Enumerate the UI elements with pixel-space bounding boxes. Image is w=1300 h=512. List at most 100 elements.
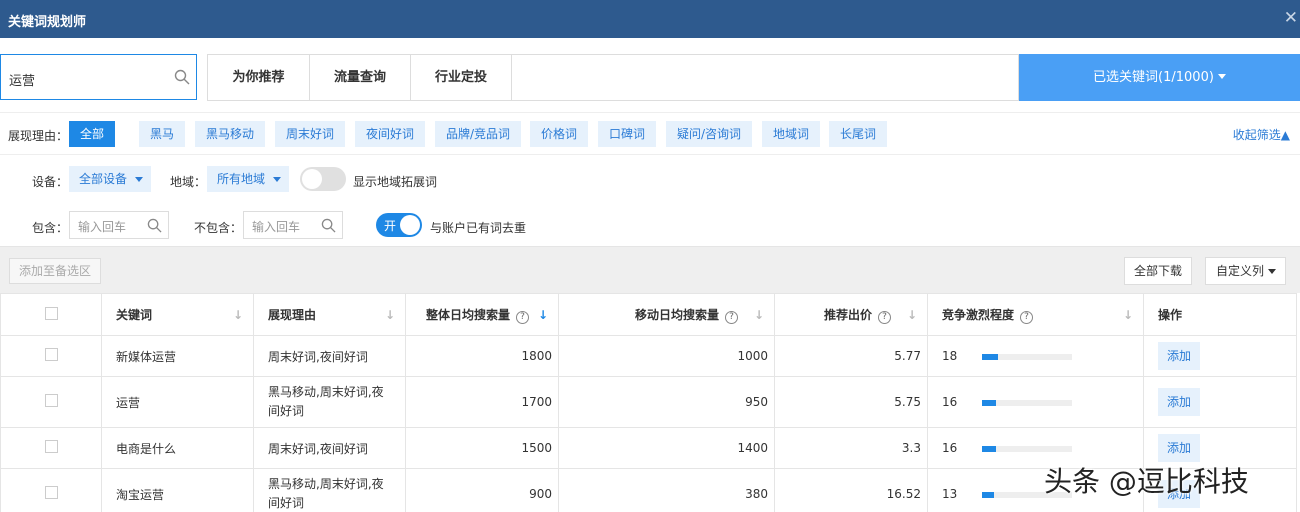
- title-bar: 关键词规划师 ✕: [0, 0, 1300, 38]
- exclude-input[interactable]: 输入回车: [243, 211, 343, 239]
- competition-bar: [982, 353, 1072, 360]
- add-keyword-button[interactable]: 添加: [1158, 388, 1201, 416]
- total-search-cell: 1800: [405, 335, 559, 377]
- sort-icon[interactable]: ↓: [754, 308, 764, 322]
- reason-chip-darkhorse-mobile[interactable]: 黑马移动: [195, 121, 266, 147]
- add-keyword-button[interactable]: 添加: [1158, 342, 1201, 370]
- header-competition[interactable]: 竞争激烈程度? ↓: [927, 293, 1144, 336]
- competition-cell: 16: [927, 376, 1144, 428]
- region-label: 地域：: [170, 175, 207, 189]
- mode-tabs: 为你推荐 流量查询 行业定投: [207, 54, 1019, 101]
- reason-chip-night[interactable]: 夜间好词: [355, 121, 426, 147]
- selected-keywords-button[interactable]: 已选关键词(1/1000): [1019, 54, 1300, 101]
- reason-cell: 黑马移动,周末好词,夜间好词: [253, 376, 406, 428]
- select-all-cell: [0, 293, 102, 336]
- caret-down-icon: [135, 177, 144, 182]
- toggle-knob: [302, 169, 322, 189]
- dedupe-toggle[interactable]: 开: [376, 213, 422, 237]
- header-mobile-search[interactable]: 移动日均搜索量? ↓: [558, 293, 775, 336]
- search-value: 运营: [9, 74, 36, 89]
- total-search-cell: 1700: [405, 376, 559, 428]
- row-checkbox[interactable]: [44, 348, 58, 361]
- collapse-filter-link[interactable]: 收起筛选▲: [1233, 126, 1290, 143]
- region-value: 所有地域: [217, 172, 266, 186]
- reason-chip-all[interactable]: 全部: [69, 121, 116, 147]
- header-total-search[interactable]: 整体日均搜索量? ↓: [405, 293, 559, 336]
- bid-cell: 3.3: [774, 427, 928, 469]
- table-header-row: 关键词 ↓ 展现理由 ↓ 整体日均搜索量? ↓ 移动日均搜索量? ↓ 推荐出价? ↓ 竞争…: [0, 293, 1297, 336]
- keyword-cell: 淘宝运营: [101, 468, 254, 512]
- help-icon[interactable]: ?: [516, 310, 530, 324]
- reason-chip-longtail[interactable]: 长尾词: [829, 121, 888, 147]
- reason-chip-region[interactable]: 地域词: [762, 121, 821, 147]
- select-all-checkbox[interactable]: [44, 306, 58, 320]
- caret-down-icon: [1217, 74, 1226, 79]
- filter-panel: 展现理由： 全部 黑马 黑马移动 周末好词 夜间好词 品牌/竞品词 价格词 口碑…: [0, 112, 1300, 246]
- sort-icon[interactable]: ↓: [907, 308, 917, 322]
- region-dropdown[interactable]: 所有地域: [207, 166, 290, 192]
- mobile-search-cell: 1000: [558, 335, 775, 377]
- action-cell: 添加: [1143, 376, 1297, 428]
- download-all-button[interactable]: 全部下载: [1124, 257, 1193, 285]
- tab-industry[interactable]: 行业定投: [411, 55, 512, 100]
- keyword-search-input[interactable]: 运营: [0, 54, 197, 100]
- header-keyword[interactable]: 关键词 ↓: [101, 293, 254, 336]
- add-to-candidates-button[interactable]: 添加至备选区: [9, 258, 102, 284]
- help-icon[interactable]: ?: [725, 310, 738, 324]
- search-icon[interactable]: [174, 69, 190, 85]
- row-checkbox[interactable]: [44, 486, 58, 499]
- sort-icon[interactable]: ↓: [1123, 308, 1133, 322]
- reason-filter-row: 展现理由： 全部 黑马 黑马移动 周末好词 夜间好词 品牌/竞品词 价格词 口碑…: [0, 113, 1300, 155]
- mobile-search-cell: 1400: [558, 427, 775, 469]
- table-toolbar: 添加至备选区 全部下载 自定义列: [0, 246, 1300, 293]
- row-checkbox[interactable]: [44, 440, 58, 453]
- reason-cell: 周末好词,夜间好词: [253, 335, 406, 377]
- mobile-search-cell: 950: [558, 376, 775, 428]
- competition-bar-fill: [982, 491, 994, 498]
- reason-chip-question[interactable]: 疑问/咨询词: [666, 121, 753, 147]
- dedupe-toggle-text: 开: [384, 219, 397, 233]
- watermark: 头条 @逗比科技: [1044, 465, 1249, 498]
- header-reason[interactable]: 展现理由 ↓: [253, 293, 406, 336]
- region-expand-label: 显示地域拓展词: [353, 175, 438, 189]
- tab-recommend[interactable]: 为你推荐: [208, 55, 310, 100]
- tab-traffic-query[interactable]: 流量查询: [310, 55, 411, 100]
- competition-value: 16: [942, 395, 958, 409]
- row-select-cell: [0, 376, 102, 428]
- total-search-cell: 1500: [405, 427, 559, 469]
- table-row: 新媒体运营 周末好词,夜间好词 1800 1000 5.77 18 添加: [0, 335, 1297, 377]
- reason-cell: 周末好词,夜间好词: [253, 427, 406, 469]
- reason-chip-brand[interactable]: 品牌/竞品词: [435, 121, 522, 147]
- header-bid[interactable]: 推荐出价? ↓: [774, 293, 928, 336]
- caret-down-icon: [273, 177, 282, 182]
- reason-chip-price[interactable]: 价格词: [530, 121, 589, 147]
- action-cell: 添加: [1143, 335, 1297, 377]
- reason-cell: 黑马移动,周末好词,夜间好词: [253, 468, 406, 512]
- help-icon[interactable]: ?: [878, 310, 891, 324]
- reason-chip-weekend[interactable]: 周末好词: [275, 121, 346, 147]
- reason-chip-reputation[interactable]: 口碑词: [598, 121, 657, 147]
- custom-columns-button[interactable]: 自定义列: [1205, 257, 1286, 285]
- caret-down-icon: [1268, 269, 1276, 274]
- keyword-cell: 新媒体运营: [101, 335, 254, 377]
- search-icon: [147, 218, 162, 233]
- keyword-cell: 电商是什么: [101, 427, 254, 469]
- reason-chip-darkhorse[interactable]: 黑马: [139, 121, 186, 147]
- total-search-cell: 900: [405, 468, 559, 512]
- row-checkbox[interactable]: [44, 394, 58, 407]
- sort-icon[interactable]: ↓: [385, 308, 395, 322]
- dedupe-label: 与账户已有词去重: [430, 221, 527, 235]
- device-dropdown[interactable]: 全部设备: [69, 166, 152, 192]
- competition-cell: 18: [927, 335, 1144, 377]
- add-keyword-button[interactable]: 添加: [1158, 434, 1201, 462]
- close-icon[interactable]: ✕: [1284, 8, 1298, 28]
- sort-desc-icon[interactable]: ↓: [538, 308, 548, 322]
- competition-bar-fill: [982, 445, 997, 452]
- mobile-search-cell: 380: [558, 468, 775, 512]
- include-input[interactable]: 输入回车: [69, 211, 169, 239]
- help-icon[interactable]: ?: [1020, 310, 1034, 324]
- bid-cell: 16.52: [774, 468, 928, 512]
- selected-keywords-label: 已选关键词(1/1000): [1093, 70, 1214, 85]
- region-expand-toggle[interactable]: [300, 167, 346, 191]
- sort-icon[interactable]: ↓: [233, 308, 243, 322]
